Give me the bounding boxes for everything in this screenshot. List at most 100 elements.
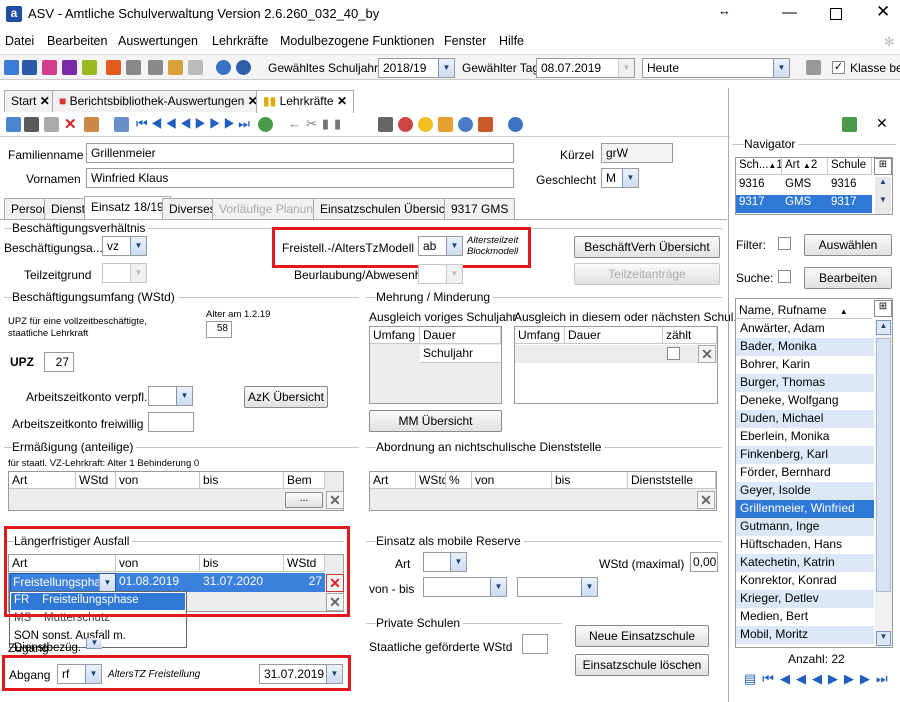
table-row[interactable] [515, 345, 717, 363]
tab-berichtsbibliothek[interactable]: ■ Berichtsbibliothek-Auswertungen ✕ [52, 90, 265, 112]
close-window-button[interactable]: ✕ [876, 2, 890, 22]
chevron-down-icon[interactable]: ▼ [130, 264, 146, 282]
column-chooser-icon[interactable]: ⊞ [874, 158, 892, 175]
info-icon[interactable] [216, 60, 231, 75]
module-icon[interactable] [106, 60, 121, 75]
teacher-list-item[interactable]: Bohrer, Karin [736, 356, 874, 374]
schuljahr-select[interactable]: 2018/19 ▼ [378, 58, 455, 78]
teacher-list-item[interactable]: Duden, Michael [736, 410, 874, 428]
familienname-field[interactable]: Grillenmeier [86, 143, 514, 163]
suche-checkbox[interactable] [778, 270, 791, 283]
privat-wstd-field[interactable] [522, 634, 548, 654]
zaehlt-checkbox[interactable] [667, 347, 680, 360]
tag-date-field[interactable]: 08.07.2019 ▼ [536, 58, 635, 78]
bem-dots-button[interactable]: ... [285, 492, 323, 508]
maximize-button[interactable] [830, 8, 842, 20]
azk-frei-field[interactable] [148, 412, 194, 432]
teacher-list-item[interactable]: Geyer, Isolde [736, 482, 874, 500]
scrollbar[interactable]: ▲ ▼ [875, 177, 891, 214]
col-art[interactable]: Art ▲2 [782, 158, 828, 175]
scroll-thumb[interactable] [876, 338, 891, 592]
clock-icon[interactable] [458, 117, 473, 132]
menu-bearbeiten[interactable]: Bearbeiten [47, 34, 107, 48]
beschaeftigungsart-select[interactable]: vz ▼ [102, 236, 147, 256]
teacher-list-item[interactable]: Gutmann, Inge [736, 518, 874, 536]
mobile-wstd-field[interactable]: 0,00 [690, 552, 718, 572]
delete-row-icon[interactable]: ✕ [698, 345, 716, 363]
teacher-list-item[interactable]: Eberlein, Monika [736, 428, 874, 446]
delete-row-icon[interactable]: ✕ [326, 491, 344, 509]
teacher-list-item[interactable]: Finkenberg, Karl [736, 446, 874, 464]
tab-einsatz[interactable]: Einsatz 18/19 [84, 196, 171, 220]
delete-icon[interactable]: ✕ [64, 115, 77, 133]
module-icon[interactable] [148, 60, 163, 75]
col-name-rufname[interactable]: Name, Rufname ▲ [736, 299, 872, 319]
teacher-list-item[interactable]: Mobil, Moritz [736, 626, 874, 644]
teacher-list-item[interactable]: Burger, Thomas [736, 374, 874, 392]
help-icon[interactable] [236, 60, 251, 75]
menu-fenster[interactable]: Fenster [444, 34, 486, 48]
table-row[interactable]: 9316 GMS 9316 [736, 177, 872, 195]
refresh-icon[interactable] [258, 117, 273, 132]
teacher-list-item[interactable]: Katechetin, Katrin [736, 554, 874, 572]
module-icon[interactable] [42, 60, 57, 75]
teilzeitantraege-button[interactable]: Teilzeitanträge [574, 263, 720, 285]
geschlecht-select[interactable]: M ▼ [601, 168, 639, 188]
table-icon[interactable] [114, 117, 129, 132]
teilzeitgrund-select[interactable]: ▼ [102, 263, 147, 283]
tab-lehrkraefte[interactable]: ▮▮ Lehrkräfte ✕ [256, 90, 354, 113]
mm-uebersicht-button[interactable]: MM Übersicht [369, 410, 502, 432]
zugang-select[interactable]: ▼ [86, 638, 102, 650]
heute-select[interactable]: Heute ▼ [642, 58, 790, 78]
chevron-down-icon[interactable]: ▼ [176, 387, 192, 405]
menu-datei[interactable]: Datei [5, 34, 34, 48]
undo-icon[interactable] [44, 117, 59, 132]
chevron-down-icon[interactable]: ▼ [446, 265, 462, 283]
klasse-checkbox[interactable]: ✓ [832, 61, 845, 74]
module-icon[interactable] [82, 60, 97, 75]
beurlaubung-select[interactable]: ▼ [418, 264, 463, 284]
auswaehlen-button[interactable]: Auswählen [804, 234, 892, 256]
col-schule[interactable]: Schule [828, 158, 872, 175]
row-dauer[interactable]: Schuljahr [420, 345, 501, 363]
chevron-down-icon[interactable]: ▼ [130, 237, 146, 255]
bearbeiten-button[interactable]: Bearbeiten [804, 267, 892, 289]
menu-lehrkraefte[interactable]: Lehrkräfte [212, 34, 268, 48]
edit-icon[interactable] [84, 117, 99, 132]
tab-9317-gms[interactable]: 9317 GMS [444, 198, 516, 220]
vornamen-field[interactable]: Winfried Klaus [86, 168, 514, 188]
tab-einsatzschulen-uebersicht[interactable]: Einsatzschulen Übersicht [313, 198, 462, 220]
chevron-down-icon[interactable]: ▼ [622, 169, 638, 187]
chevron-down-icon[interactable]: ▼ [450, 553, 466, 571]
module-icon[interactable] [188, 60, 203, 75]
chevron-down-icon[interactable]: ▼ [773, 59, 789, 77]
edit-tools-icon[interactable]: ←✂▮▮ [288, 116, 346, 132]
refresh-icon[interactable] [842, 117, 857, 132]
teacher-list-item[interactable]: Anwärter, Adam [736, 320, 874, 338]
mobile-bis-field[interactable]: ▼ [517, 577, 598, 597]
tab-start[interactable]: Start ✕ [4, 90, 57, 112]
chevron-down-icon[interactable]: ▼ [438, 59, 454, 77]
col-sch[interactable]: Sch...▲1 [736, 158, 782, 175]
azk-uebersicht-button[interactable]: AzK Übersicht [244, 386, 328, 408]
chevron-down-icon[interactable]: ▼ [618, 59, 634, 77]
close-navigator-icon[interactable]: ✕ [876, 115, 888, 132]
user-icon[interactable] [478, 117, 493, 132]
module-icon[interactable] [126, 60, 141, 75]
preview-icon[interactable] [398, 117, 413, 132]
teacher-list-item[interactable]: Deneke, Wolfgang [736, 392, 874, 410]
teacher-list-item[interactable]: Medien, Bert [736, 608, 874, 626]
module-icon[interactable] [62, 60, 77, 75]
chevron-down-icon[interactable]: ▼ [581, 578, 597, 596]
chevron-down-icon[interactable]: ▼ [490, 578, 506, 596]
mobile-von-field[interactable]: ▼ [423, 577, 507, 597]
teacher-list-item[interactable]: Bader, Monika [736, 338, 874, 356]
scrollbar[interactable]: ▲ ▼ [875, 320, 892, 647]
save-icon[interactable] [24, 117, 39, 132]
new-icon[interactable] [6, 117, 21, 132]
chevron-down-icon[interactable]: ▼ [86, 638, 102, 649]
scroll-up-icon[interactable]: ▲ [876, 320, 891, 335]
bulb-icon[interactable] [418, 117, 433, 132]
teacher-list-item[interactable]: Krieger, Detlev [736, 590, 874, 608]
upz-field[interactable]: 27 [44, 352, 74, 372]
